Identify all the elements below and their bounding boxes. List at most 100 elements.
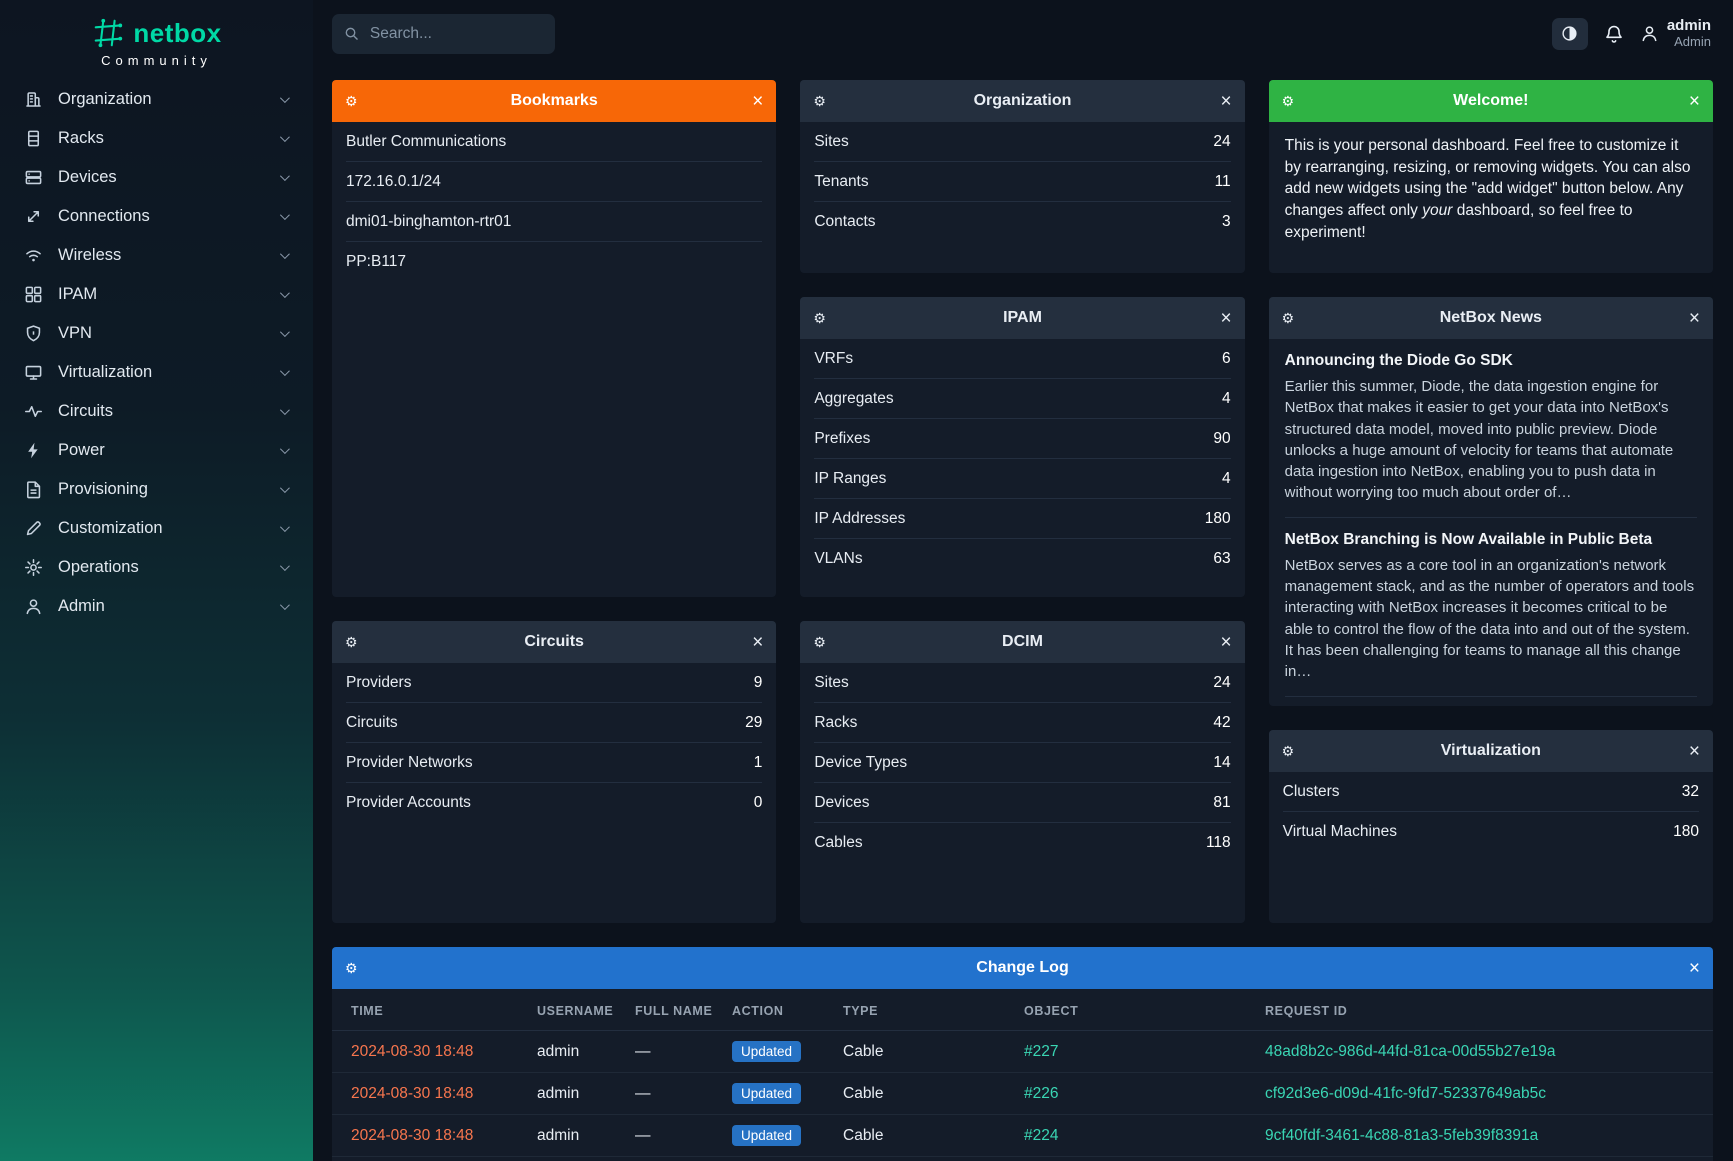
sidebar-item-virtualization[interactable]: Virtualization (0, 353, 313, 392)
stat-row[interactable]: Provider Accounts0 (346, 783, 762, 823)
sidebar-item-provisioning[interactable]: Provisioning (0, 470, 313, 509)
news-item[interactable]: Announcing the Diode Go SDK Earlier this… (1285, 339, 1697, 518)
stat-row[interactable]: Virtual Machines180 (1283, 812, 1699, 852)
stat-row[interactable]: Devices81 (814, 783, 1230, 823)
sidebar-item-connections[interactable]: Connections (0, 197, 313, 236)
sidebar-item-customization[interactable]: Customization (0, 509, 313, 548)
gear-icon[interactable]: ⚙ (345, 93, 369, 110)
sidebar-item-power[interactable]: Power (0, 431, 313, 470)
sidebar-item-admin[interactable]: Admin (0, 587, 313, 626)
gear-icon (24, 558, 44, 578)
close-icon[interactable]: × (1208, 309, 1232, 328)
sidebar-item-racks[interactable]: Racks (0, 119, 313, 158)
gear-icon[interactable]: ⚙ (813, 634, 837, 651)
news-item[interactable]: NetBox Branching is Now Available in Pub… (1285, 518, 1697, 697)
bookmark-item[interactable]: Butler Communications (346, 122, 762, 162)
stat-label: Racks (814, 714, 857, 732)
close-icon[interactable]: × (739, 633, 763, 652)
sidebar: netbox Community Organization Racks Devi… (0, 0, 313, 1161)
stat-row[interactable]: VLANs63 (814, 539, 1230, 579)
stat-row[interactable]: Tenants11 (814, 162, 1230, 202)
news-headline[interactable]: NetBox Branching is Now Available in Pub… (1285, 531, 1697, 549)
widget-title: Organization (837, 92, 1207, 110)
notifications-bell-icon[interactable] (1604, 24, 1624, 44)
chevron-down-icon (280, 444, 290, 454)
gear-icon[interactable]: ⚙ (345, 634, 369, 651)
close-icon[interactable]: × (1208, 92, 1232, 111)
stat-row[interactable]: Sites24 (814, 122, 1230, 162)
stat-row[interactable]: Cables118 (814, 823, 1230, 863)
stat-label: Cables (814, 834, 862, 852)
ipam-grid-icon (24, 285, 44, 305)
theme-toggle-button[interactable] (1552, 18, 1588, 50)
stat-row[interactable]: Device Types14 (814, 743, 1230, 783)
gear-icon[interactable]: ⚙ (813, 310, 837, 327)
stat-row[interactable]: Providers9 (346, 663, 762, 703)
sidebar-item-devices[interactable]: Devices (0, 158, 313, 197)
close-icon[interactable]: × (1676, 959, 1700, 978)
changelog-time-link[interactable]: 2024-08-30 18:48 (351, 1043, 473, 1060)
close-icon[interactable]: × (1676, 742, 1700, 761)
bookmark-item[interactable]: dmi01-binghamton-rtr01 (346, 202, 762, 242)
stat-label: Device Types (814, 754, 907, 772)
gear-icon[interactable]: ⚙ (345, 960, 369, 977)
gear-icon[interactable]: ⚙ (1282, 743, 1306, 760)
stat-row[interactable]: Aggregates4 (814, 379, 1230, 419)
sidebar-item-label: VPN (58, 324, 280, 343)
server-stack-icon (24, 168, 44, 188)
changelog-username: admin (537, 1157, 635, 1161)
close-icon[interactable]: × (1676, 309, 1700, 328)
sidebar-item-wireless[interactable]: Wireless (0, 236, 313, 275)
gear-icon[interactable]: ⚙ (1282, 310, 1306, 327)
sidebar-item-organization[interactable]: Organization (0, 80, 313, 119)
changelog-time-link[interactable]: 2024-08-30 18:48 (351, 1127, 473, 1144)
stat-value: 4 (1222, 470, 1231, 488)
stat-row[interactable]: IP Ranges4 (814, 459, 1230, 499)
stat-row[interactable]: Provider Networks1 (346, 743, 762, 783)
close-icon[interactable]: × (1208, 633, 1232, 652)
stat-row[interactable]: Circuits29 (346, 703, 762, 743)
stat-row[interactable]: Racks42 (814, 703, 1230, 743)
stat-row[interactable]: Sites24 (814, 663, 1230, 703)
monitor-icon (24, 363, 44, 383)
stat-row[interactable]: IP Addresses180 (814, 499, 1230, 539)
gear-icon[interactable]: ⚙ (813, 93, 837, 110)
search-box[interactable] (332, 14, 555, 54)
changelog-request-id-link[interactable]: cf92d3e6-d09d-41fc-9fd7-52337649ab5c (1265, 1085, 1546, 1102)
stat-row[interactable]: Clusters32 (1283, 772, 1699, 812)
rack-icon (24, 129, 44, 149)
stat-row[interactable]: Contacts3 (814, 202, 1230, 242)
sidebar-item-operations[interactable]: Operations (0, 548, 313, 587)
changelog-time-link[interactable]: 2024-08-30 18:48 (351, 1085, 473, 1102)
bookmark-item[interactable]: 172.16.0.1/24 (346, 162, 762, 202)
connections-icon (24, 207, 44, 227)
user-menu[interactable]: admin Admin (1640, 17, 1711, 50)
widget-header: ⚙ Welcome! × (1269, 80, 1713, 122)
bookmark-item[interactable]: PP:B117 (346, 242, 762, 282)
changelog-object-link[interactable]: #224 (1024, 1127, 1058, 1144)
widget-ipam: ⚙ IPAM × VRFs6 Aggregates4 Prefixes90 IP… (800, 297, 1244, 597)
bookmark-label: dmi01-binghamton-rtr01 (346, 213, 511, 231)
news-item[interactable]: A New Look For NetBox and NetBox Labs (1285, 697, 1697, 706)
changelog-object-link[interactable]: #226 (1024, 1085, 1058, 1102)
stat-row[interactable]: Prefixes90 (814, 419, 1230, 459)
sidebar-item-vpn[interactable]: VPN (0, 314, 313, 353)
changelog-request-id-link[interactable]: 9cf40fdf-3461-4c88-81a3-5feb39f8391a (1265, 1127, 1538, 1144)
stat-value: 29 (745, 714, 762, 732)
changelog-request-id-link[interactable]: 48ad8b2c-986d-44fd-81ca-00d55b27e19a (1265, 1043, 1555, 1060)
search-icon (344, 25, 359, 42)
sidebar-item-circuits[interactable]: Circuits (0, 392, 313, 431)
stat-label: Provider Accounts (346, 794, 471, 812)
changelog-object-link[interactable]: #227 (1024, 1043, 1058, 1060)
brand[interactable]: netbox Community (0, 0, 313, 68)
close-icon[interactable]: × (739, 92, 763, 111)
search-input[interactable] (368, 24, 543, 44)
gear-icon[interactable]: ⚙ (1282, 93, 1306, 110)
changelog-username: admin (537, 1073, 635, 1115)
stat-row[interactable]: VRFs6 (814, 339, 1230, 379)
widget-header: ⚙ Virtualization × (1269, 730, 1713, 772)
sidebar-item-ipam[interactable]: IPAM (0, 275, 313, 314)
close-icon[interactable]: × (1676, 92, 1700, 111)
news-headline[interactable]: Announcing the Diode Go SDK (1285, 352, 1697, 370)
sidebar-item-label: Organization (58, 90, 280, 109)
